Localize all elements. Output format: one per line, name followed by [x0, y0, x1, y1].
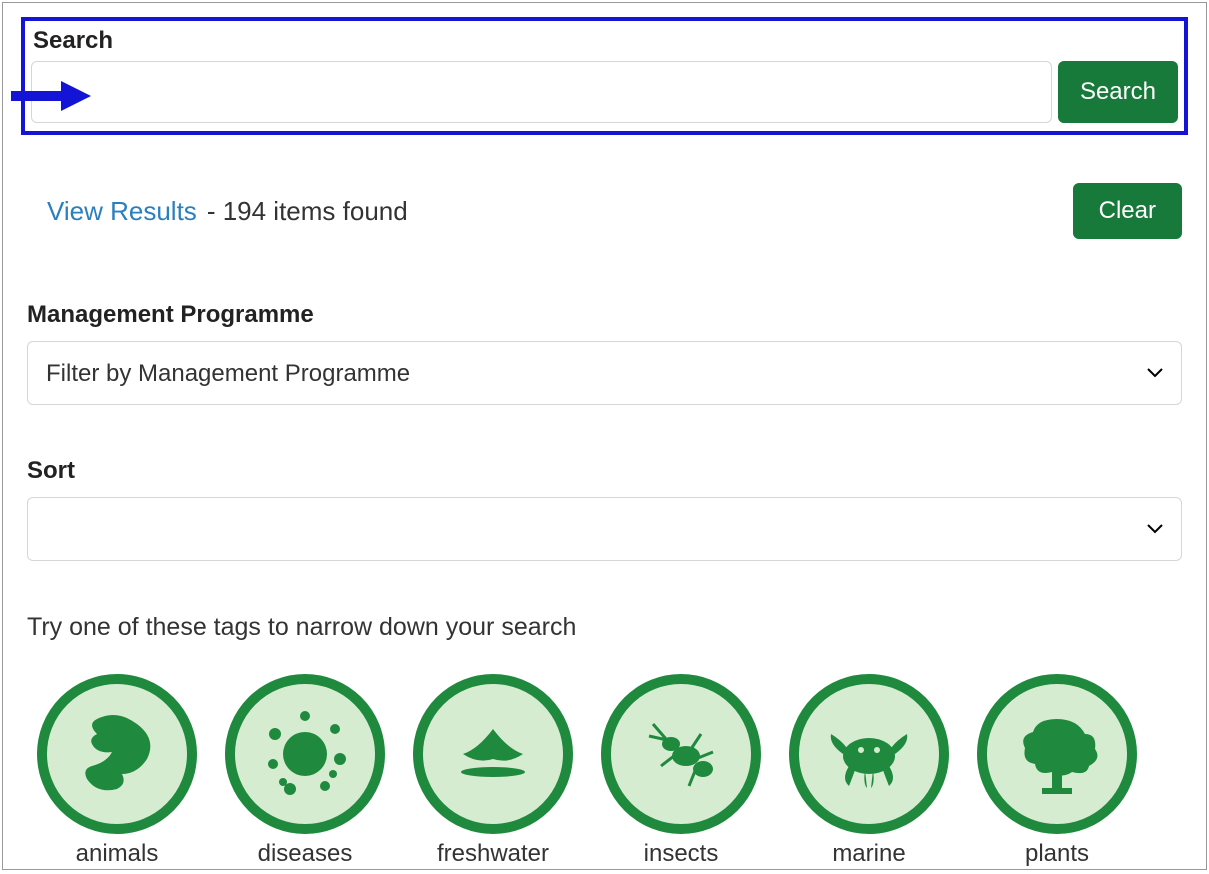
tag-label: marine — [832, 840, 905, 868]
clear-button[interactable]: Clear — [1073, 183, 1182, 239]
items-found-text: - 194 items found — [207, 196, 408, 227]
tag-freshwater[interactable]: freshwater — [413, 674, 573, 868]
search-button[interactable]: Search — [1058, 61, 1178, 123]
tag-insects[interactable]: insects — [601, 674, 761, 868]
search-input[interactable] — [31, 61, 1052, 123]
insects-icon — [601, 674, 761, 834]
tag-label: insects — [644, 840, 719, 868]
programme-label: Management Programme — [27, 301, 1182, 329]
programme-select[interactable]: Filter by Management Programme — [27, 341, 1182, 405]
results-row: View Results - 194 items found Clear — [27, 183, 1182, 239]
tag-plants[interactable]: plants — [977, 674, 1137, 868]
tags-row: animals diseases — [27, 674, 1182, 868]
sort-select[interactable] — [27, 497, 1182, 561]
diseases-icon — [225, 674, 385, 834]
view-results-link[interactable]: View Results — [47, 196, 197, 227]
sort-label: Sort — [27, 457, 1182, 485]
tag-marine[interactable]: marine — [789, 674, 949, 868]
tag-label: plants — [1025, 840, 1089, 868]
tag-label: animals — [76, 840, 159, 868]
animals-icon — [37, 674, 197, 834]
tag-animals[interactable]: animals — [37, 674, 197, 868]
freshwater-icon — [413, 674, 573, 834]
search-label: Search — [33, 27, 1178, 55]
plants-icon — [977, 674, 1137, 834]
search-section-highlight: Search Search — [21, 17, 1188, 135]
tag-label: freshwater — [437, 840, 549, 868]
tag-diseases[interactable]: diseases — [225, 674, 385, 868]
marine-icon — [789, 674, 949, 834]
tags-hint: Try one of these tags to narrow down you… — [27, 613, 1182, 642]
tag-label: diseases — [258, 840, 353, 868]
